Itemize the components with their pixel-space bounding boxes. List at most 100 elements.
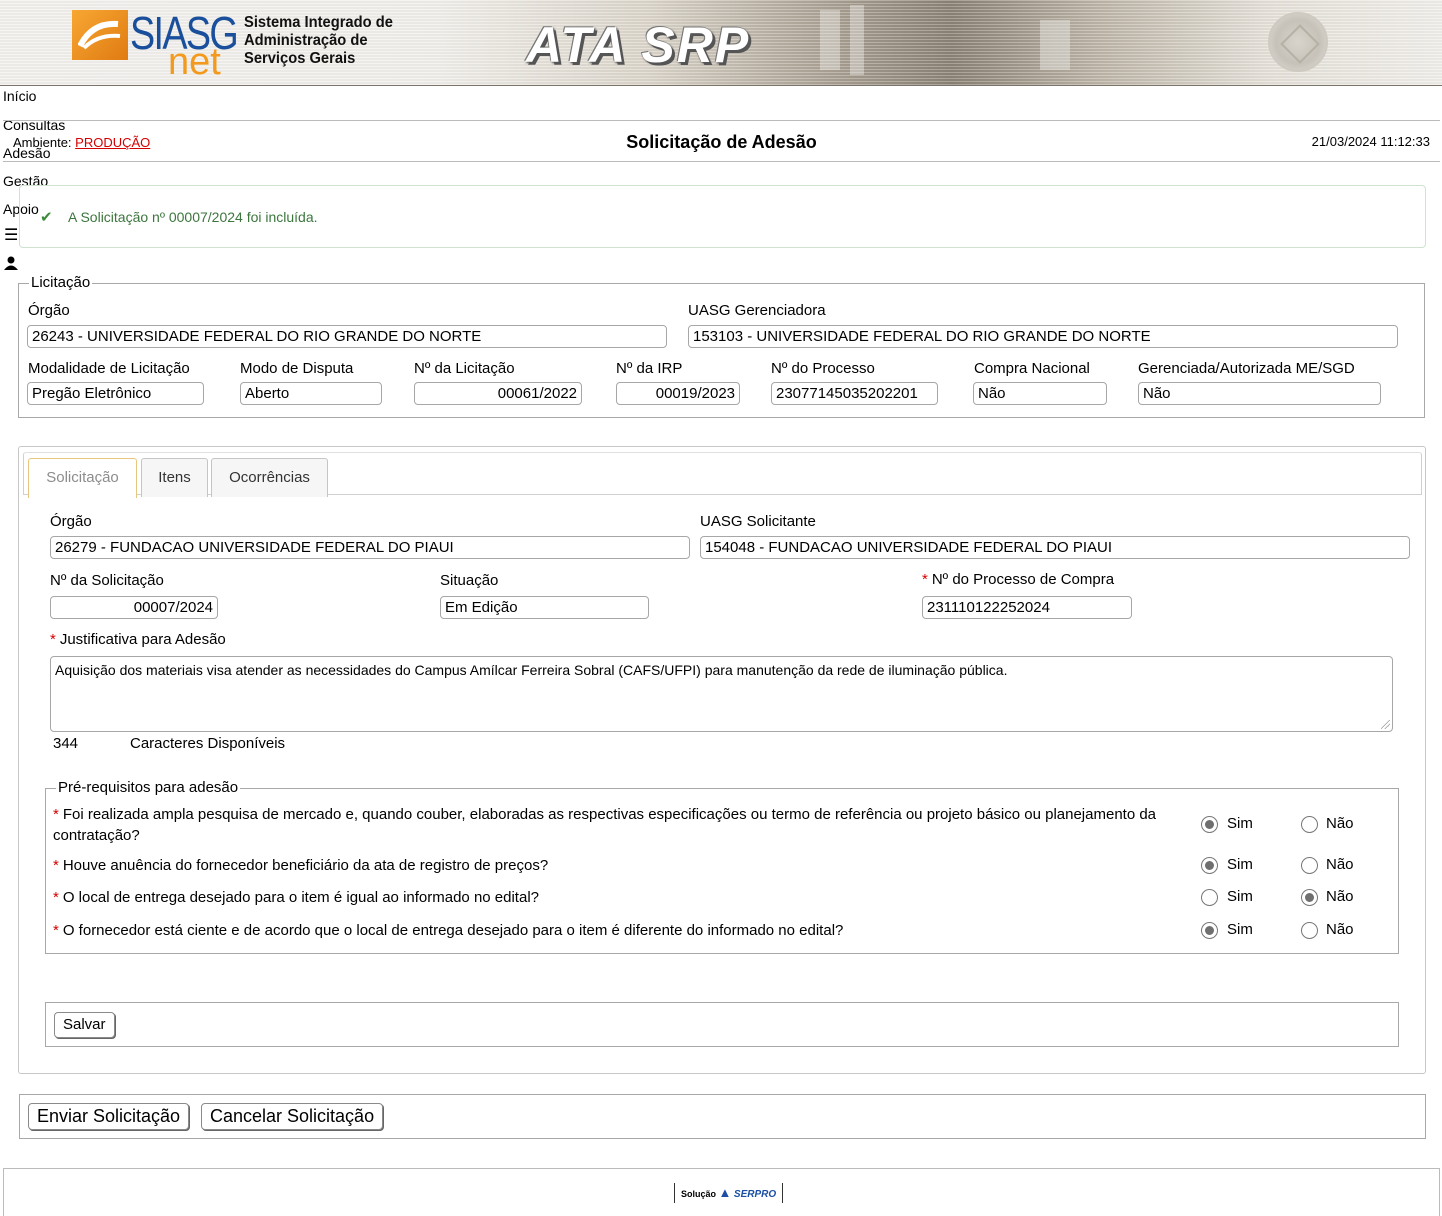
situacao-field: Em Edição (440, 596, 649, 619)
q1-nao-radio[interactable] (1301, 816, 1318, 833)
logo-net-text: net (168, 41, 221, 83)
required-marker: * (922, 571, 928, 588)
justificativa-text: Aquisição dos materiais visa atender as … (55, 662, 1008, 678)
q2-sim-radio[interactable] (1201, 857, 1218, 874)
compra-nacional-label: Compra Nacional (974, 360, 1090, 377)
q1-sim-radio[interactable] (1201, 816, 1218, 833)
uasg-gerenciadora-field: 153103 - UNIVERSIDADE FEDERAL DO RIO GRA… (688, 325, 1398, 348)
logo-subtitle-line2: Administração de (244, 32, 368, 49)
question-3: * O local de entrega desejado para o item… (53, 887, 1183, 908)
question-4: * O fornecedor está ciente e de acordo qu… (53, 920, 1183, 941)
required-marker: * (50, 631, 56, 648)
tab-solicitacao[interactable]: Solicitação (28, 458, 137, 498)
hamburger-menu-icon[interactable]: ☰ (4, 228, 18, 244)
datetime: 21/03/2024 11:12:33 (1311, 134, 1430, 149)
solicitacao-orgao-label: Órgão (50, 513, 92, 530)
gerenciada-label: Gerenciada/Autorizada ME/SGD (1138, 360, 1355, 377)
serpro-text: SERPRO (733, 1189, 777, 1200)
num-processo-field: 23077145035202201 (771, 382, 938, 405)
serpro-logo: Solução ▲ SERPRO (674, 1183, 784, 1203)
num-solicitacao-field: 00007/2024 (50, 596, 218, 619)
licitacao-orgao-label: Órgão (28, 302, 70, 319)
brazil-seal-icon (1268, 12, 1328, 72)
modo-disputa-field: Aberto (240, 382, 382, 405)
modalidade-label: Modalidade de Licitação (28, 360, 190, 377)
compra-nacional-field: Não (973, 382, 1107, 405)
processo-compra-label-text: Nº do Processo de Compra (931, 571, 1115, 588)
question-3-text: O local de entrega desejado para o item … (62, 889, 539, 906)
page-title: Solicitação de Adesão (626, 132, 817, 152)
page-header: Ambiente: PRODUÇÃO Solicitação de Adesão… (3, 120, 1440, 162)
solicitacao-orgao-field: 26279 - FUNDACAO UNIVERSIDADE FEDERAL DO… (50, 536, 690, 559)
justificativa-textarea[interactable]: Aquisição dos materiais visa atender as … (50, 656, 1393, 732)
gerenciada-field: Não (1138, 382, 1381, 405)
menu-item-inicio[interactable]: Início (3, 88, 36, 104)
success-message-text: A Solicitação nº 00007/2024 foi incluída… (68, 209, 318, 225)
modo-disputa-label: Modo de Disputa (240, 360, 354, 377)
num-licitacao-field: 00061/2022 (414, 382, 582, 405)
salvar-button[interactable]: Salvar (54, 1012, 115, 1038)
siasg-logo-icon (72, 10, 128, 60)
num-irp-label: Nº da IRP (616, 360, 683, 377)
modalidade-field: Pregão Eletrônico (27, 382, 204, 405)
justificativa-label: * Justificativa para Adesão (50, 631, 226, 648)
tab-itens[interactable]: Itens (141, 458, 208, 497)
q3-sim-radio[interactable] (1201, 889, 1218, 906)
serpro-icon: ▲ (718, 1185, 732, 1200)
uasg-gerenciadora-label: UASG Gerenciadora (688, 302, 826, 319)
q4-sim-radio[interactable] (1201, 922, 1218, 939)
chars-count: 344 (53, 735, 79, 752)
q1-sim-label: Sim (1227, 815, 1253, 832)
q2-nao-radio[interactable] (1301, 857, 1318, 874)
num-licitacao-label: Nº da Licitação (414, 360, 515, 377)
q4-nao-radio[interactable] (1301, 922, 1318, 939)
banner-building-2 (850, 5, 864, 75)
num-irp-field: 00019/2023 (616, 382, 740, 405)
q3-nao-radio[interactable] (1301, 889, 1318, 906)
q1-nao-label: Não (1326, 815, 1354, 832)
footer: Solução ▲ SERPRO (3, 1168, 1440, 1216)
success-message: ✔ A Solicitação nº 00007/2024 foi incluí… (19, 185, 1426, 248)
tab-ocorrencias[interactable]: Ocorrências (211, 458, 328, 497)
q4-nao-label: Não (1326, 921, 1354, 938)
logo-subtitle-line1: Sistema Integrado de (244, 14, 393, 31)
question-1-text: Foi realizada ampla pesquisa de mercado … (53, 806, 1157, 844)
question-4-text: O fornecedor está ciente e de acordo que… (62, 922, 844, 939)
question-1: * Foi realizada ampla pesquisa de mercado… (53, 804, 1183, 846)
licitacao-orgao-field: 26243 - UNIVERSIDADE FEDERAL DO RIO GRAN… (27, 325, 667, 348)
enviar-solicitacao-button[interactable]: Enviar Solicitação (28, 1103, 190, 1130)
logo-subtitle: Sistema Integrado de Administração de Se… (244, 14, 393, 68)
app-title: ATA SRP (526, 17, 751, 73)
logo-subtitle-line3: Serviços Gerais (244, 50, 356, 67)
question-2: * Houve anuência do fornecedor beneficiár… (53, 855, 1183, 876)
chars-label: Caracteres Disponíveis (130, 735, 286, 752)
required-marker: * (53, 806, 59, 823)
q2-sim-label: Sim (1227, 856, 1253, 873)
top-banner: SIASG net Sistema Integrado de Administr… (0, 0, 1442, 86)
banner-building-3 (1040, 20, 1070, 70)
justificativa-label-text: Justificativa para Adesão (59, 631, 226, 648)
q2-nao-label: Não (1326, 856, 1354, 873)
uasg-solicitante-label: UASG Solicitante (700, 513, 816, 530)
q3-sim-label: Sim (1227, 888, 1253, 905)
salvar-container (45, 1002, 1399, 1047)
question-2-text: Houve anuência do fornecedor beneficiári… (62, 857, 549, 874)
processo-compra-input[interactable]: 231110122252024 (922, 596, 1132, 619)
licitacao-legend: Licitação (29, 274, 93, 291)
uasg-solicitante-field: 154048 - FUNDACAO UNIVERSIDADE FEDERAL D… (700, 536, 1410, 559)
user-icon[interactable] (4, 256, 18, 274)
q3-nao-label: Não (1326, 888, 1354, 905)
situacao-label: Situação (440, 572, 499, 589)
processo-compra-label: * Nº do Processo de Compra (922, 571, 1114, 588)
check-icon: ✔ (40, 209, 53, 226)
solucao-text: Solução (681, 1189, 717, 1199)
num-processo-label: Nº do Processo (771, 360, 875, 377)
required-marker: * (53, 889, 59, 906)
required-marker: * (53, 857, 59, 874)
tab-strip: Solicitação Itens Ocorrências (23, 452, 1422, 498)
prerequisitos-legend: Pré-requisitos para adesão (56, 779, 241, 796)
banner-building-1 (820, 10, 840, 70)
cancelar-solicitacao-button[interactable]: Cancelar Solicitação (201, 1103, 384, 1130)
resize-handle-icon[interactable] (1381, 720, 1390, 729)
required-marker: * (53, 922, 59, 939)
